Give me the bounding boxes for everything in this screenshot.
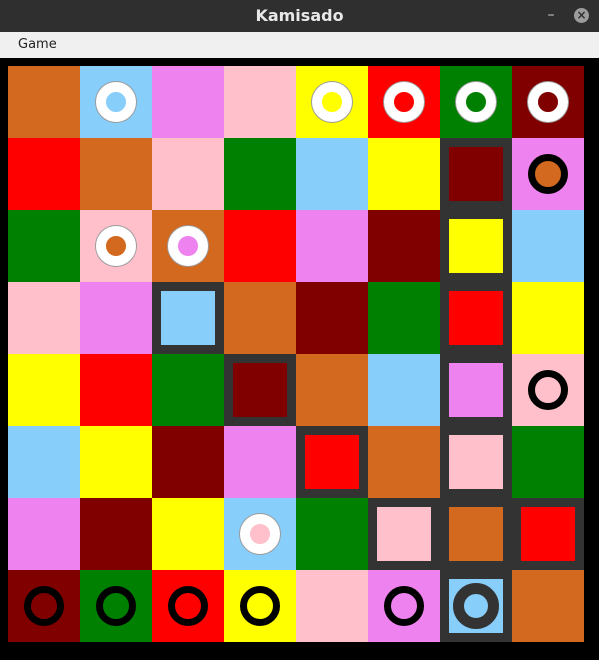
black-tower-pink[interactable] xyxy=(528,370,568,410)
window-title: Kamisado xyxy=(255,6,344,25)
black-tower-purple[interactable] xyxy=(384,586,424,626)
board-cell-highlighted[interactable] xyxy=(440,426,512,498)
board-cell-highlighted[interactable] xyxy=(224,354,296,426)
board-cell[interactable] xyxy=(368,210,440,282)
board-cell-highlighted[interactable] xyxy=(152,282,224,354)
board-cell[interactable] xyxy=(8,66,80,138)
board-cell[interactable] xyxy=(152,426,224,498)
black-tower-green[interactable] xyxy=(96,586,136,626)
white-tower-green[interactable] xyxy=(456,82,496,122)
board-cell[interactable] xyxy=(368,138,440,210)
close-icon[interactable]: × xyxy=(574,8,589,23)
board-cell[interactable] xyxy=(512,426,584,498)
board-cell-highlighted[interactable] xyxy=(296,426,368,498)
title-bar: Kamisado – × xyxy=(0,0,599,32)
board-cell[interactable] xyxy=(8,354,80,426)
board-cell[interactable] xyxy=(512,570,584,642)
board-cell[interactable] xyxy=(152,138,224,210)
board-cell[interactable] xyxy=(8,282,80,354)
board-cell-highlighted[interactable] xyxy=(440,498,512,570)
board-cell[interactable] xyxy=(296,570,368,642)
board-cell[interactable] xyxy=(80,354,152,426)
board-cell[interactable] xyxy=(8,210,80,282)
board-cell[interactable] xyxy=(80,426,152,498)
minimize-icon[interactable]: – xyxy=(544,6,558,26)
board-cell[interactable] xyxy=(512,210,584,282)
board-cell-highlighted[interactable] xyxy=(440,138,512,210)
board-cell-highlighted[interactable] xyxy=(440,282,512,354)
board-cell[interactable] xyxy=(224,66,296,138)
board-cell[interactable] xyxy=(80,138,152,210)
black-tower-brown[interactable] xyxy=(24,586,64,626)
board-cell[interactable] xyxy=(224,282,296,354)
black-tower-blue[interactable] xyxy=(453,583,499,629)
black-tower-yellow[interactable] xyxy=(240,586,280,626)
board-cell[interactable] xyxy=(152,66,224,138)
board-cell[interactable] xyxy=(296,210,368,282)
board-cell[interactable] xyxy=(296,354,368,426)
board-cell[interactable] xyxy=(224,426,296,498)
board-cell[interactable] xyxy=(368,282,440,354)
board-cell[interactable] xyxy=(152,498,224,570)
white-tower-blue[interactable] xyxy=(96,82,136,122)
board-cell-highlighted[interactable] xyxy=(512,498,584,570)
board-cell[interactable] xyxy=(224,210,296,282)
board-cell-highlighted[interactable] xyxy=(440,354,512,426)
board-cell[interactable] xyxy=(80,282,152,354)
white-tower-yellow[interactable] xyxy=(312,82,352,122)
black-tower-orange[interactable] xyxy=(528,154,568,194)
white-tower-red[interactable] xyxy=(384,82,424,122)
menu-game[interactable]: Game xyxy=(8,32,67,58)
menu-bar: Game xyxy=(0,32,599,59)
white-tower-orange[interactable] xyxy=(96,226,136,266)
board-cell[interactable] xyxy=(224,138,296,210)
board-cell-highlighted[interactable] xyxy=(440,210,512,282)
white-tower-purple[interactable] xyxy=(168,226,208,266)
board-cell[interactable] xyxy=(296,498,368,570)
board-cell[interactable] xyxy=(512,282,584,354)
white-tower-pink[interactable] xyxy=(240,514,280,554)
board-cell[interactable] xyxy=(152,354,224,426)
board-cell[interactable] xyxy=(8,138,80,210)
white-tower-brown[interactable] xyxy=(528,82,568,122)
board-cell[interactable] xyxy=(296,138,368,210)
board-cell[interactable] xyxy=(368,354,440,426)
board-cell-highlighted[interactable] xyxy=(368,498,440,570)
black-tower-red[interactable] xyxy=(168,586,208,626)
board-cell[interactable] xyxy=(8,426,80,498)
game-board xyxy=(0,58,599,660)
board-cell[interactable] xyxy=(8,498,80,570)
board-cell[interactable] xyxy=(80,498,152,570)
board-cell[interactable] xyxy=(296,282,368,354)
board-cell[interactable] xyxy=(368,426,440,498)
